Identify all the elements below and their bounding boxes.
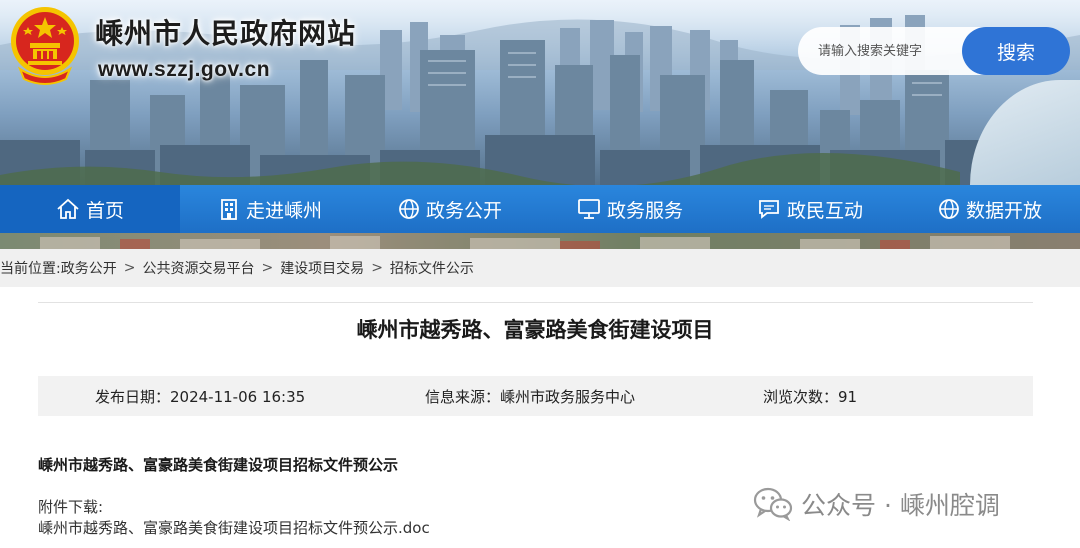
view-count: 浏览次数：91 — [763, 388, 858, 406]
breadcrumb-separator: > — [371, 260, 383, 276]
publish-date: 发布日期：2024-11-06 16:35 — [95, 388, 306, 406]
nav-item-label: 政务服务 — [606, 199, 683, 222]
home-icon — [57, 198, 79, 219]
article-meta-bar: 发布日期：2024-11-06 16:35 信息来源：嵊州市政务服务中心 浏览次… — [38, 376, 1033, 416]
decorative-strip-image — [0, 233, 1080, 249]
nav-item-label: 政务公开 — [425, 199, 502, 222]
nav-item-label: 数据开放 — [965, 199, 1042, 222]
attachment-download-link[interactable]: 嵊州市越秀路、富豪路美食街建设项目招标文件预公示.doc — [38, 517, 430, 538]
nav-item-public-interaction[interactable]: 政民互动 — [720, 185, 900, 233]
nav-item-label: 首页 — [85, 199, 124, 222]
attachment-label: 附件下载: — [38, 498, 104, 516]
chat-icon — [759, 200, 779, 219]
nav-item-label: 走进嵊州 — [245, 199, 322, 222]
national-emblem-icon — [11, 7, 79, 85]
nav-item-label: 政民互动 — [786, 199, 863, 222]
header-banner: 嵊州市人民政府网站 www.szzj.gov.cn 搜索 — [0, 0, 1080, 185]
breadcrumb-item[interactable]: 公共资源交易平台 — [142, 258, 254, 278]
breadcrumb-separator: > — [123, 260, 136, 276]
info-source: 信息来源：嵊州市政务服务中心 — [425, 388, 636, 406]
nav-item-home[interactable]: 首页 — [0, 185, 180, 233]
monitor-icon — [578, 199, 600, 219]
nav-item-government-affairs[interactable]: 政务公开 — [360, 185, 540, 233]
wechat-watermark: 公众号 · 嵊州腔调 — [753, 484, 1000, 524]
site-title: 嵊州市人民政府网站 — [95, 17, 357, 50]
watermark-text: 公众号 · 嵊州腔调 — [801, 491, 1000, 520]
search-button[interactable]: 搜索 — [962, 27, 1070, 75]
article-title: 嵊州市越秀路、富豪路美食街建设项目 — [356, 318, 714, 342]
globe-icon — [399, 199, 419, 219]
breadcrumb-prefix: 当前位置: — [0, 261, 61, 277]
article-lead: 嵊州市越秀路、富豪路美食街建设项目招标文件预公示 — [38, 456, 399, 474]
building-icon — [221, 199, 237, 220]
main-nav: 首页 走进嵊州 政务公开 政务服务 政民互动 数据开放 — [0, 185, 1080, 233]
globe-icon — [939, 199, 959, 219]
wechat-icon — [753, 487, 793, 521]
breadcrumb-item[interactable]: 建设项目交易 — [280, 258, 364, 278]
breadcrumb: 当前位置: 政务公开 > 公共资源交易平台 > 建设项目交易 > 招标文件公示 — [0, 249, 1080, 287]
breadcrumb-item[interactable]: 政务公开 — [61, 258, 117, 278]
strip-buildings-image — [40, 236, 1010, 249]
search-box: 搜索 — [798, 27, 1070, 75]
nav-item-government-services[interactable]: 政务服务 — [540, 185, 720, 233]
content-divider — [38, 302, 1033, 303]
site-url: www.szzj.gov.cn — [98, 58, 271, 81]
breadcrumb-separator: > — [261, 260, 274, 276]
nav-item-open-data[interactable]: 数据开放 — [900, 185, 1080, 233]
breadcrumb-item[interactable]: 招标文件公示 — [390, 258, 474, 278]
nav-item-about-shengzhou[interactable]: 走进嵊州 — [180, 185, 360, 233]
